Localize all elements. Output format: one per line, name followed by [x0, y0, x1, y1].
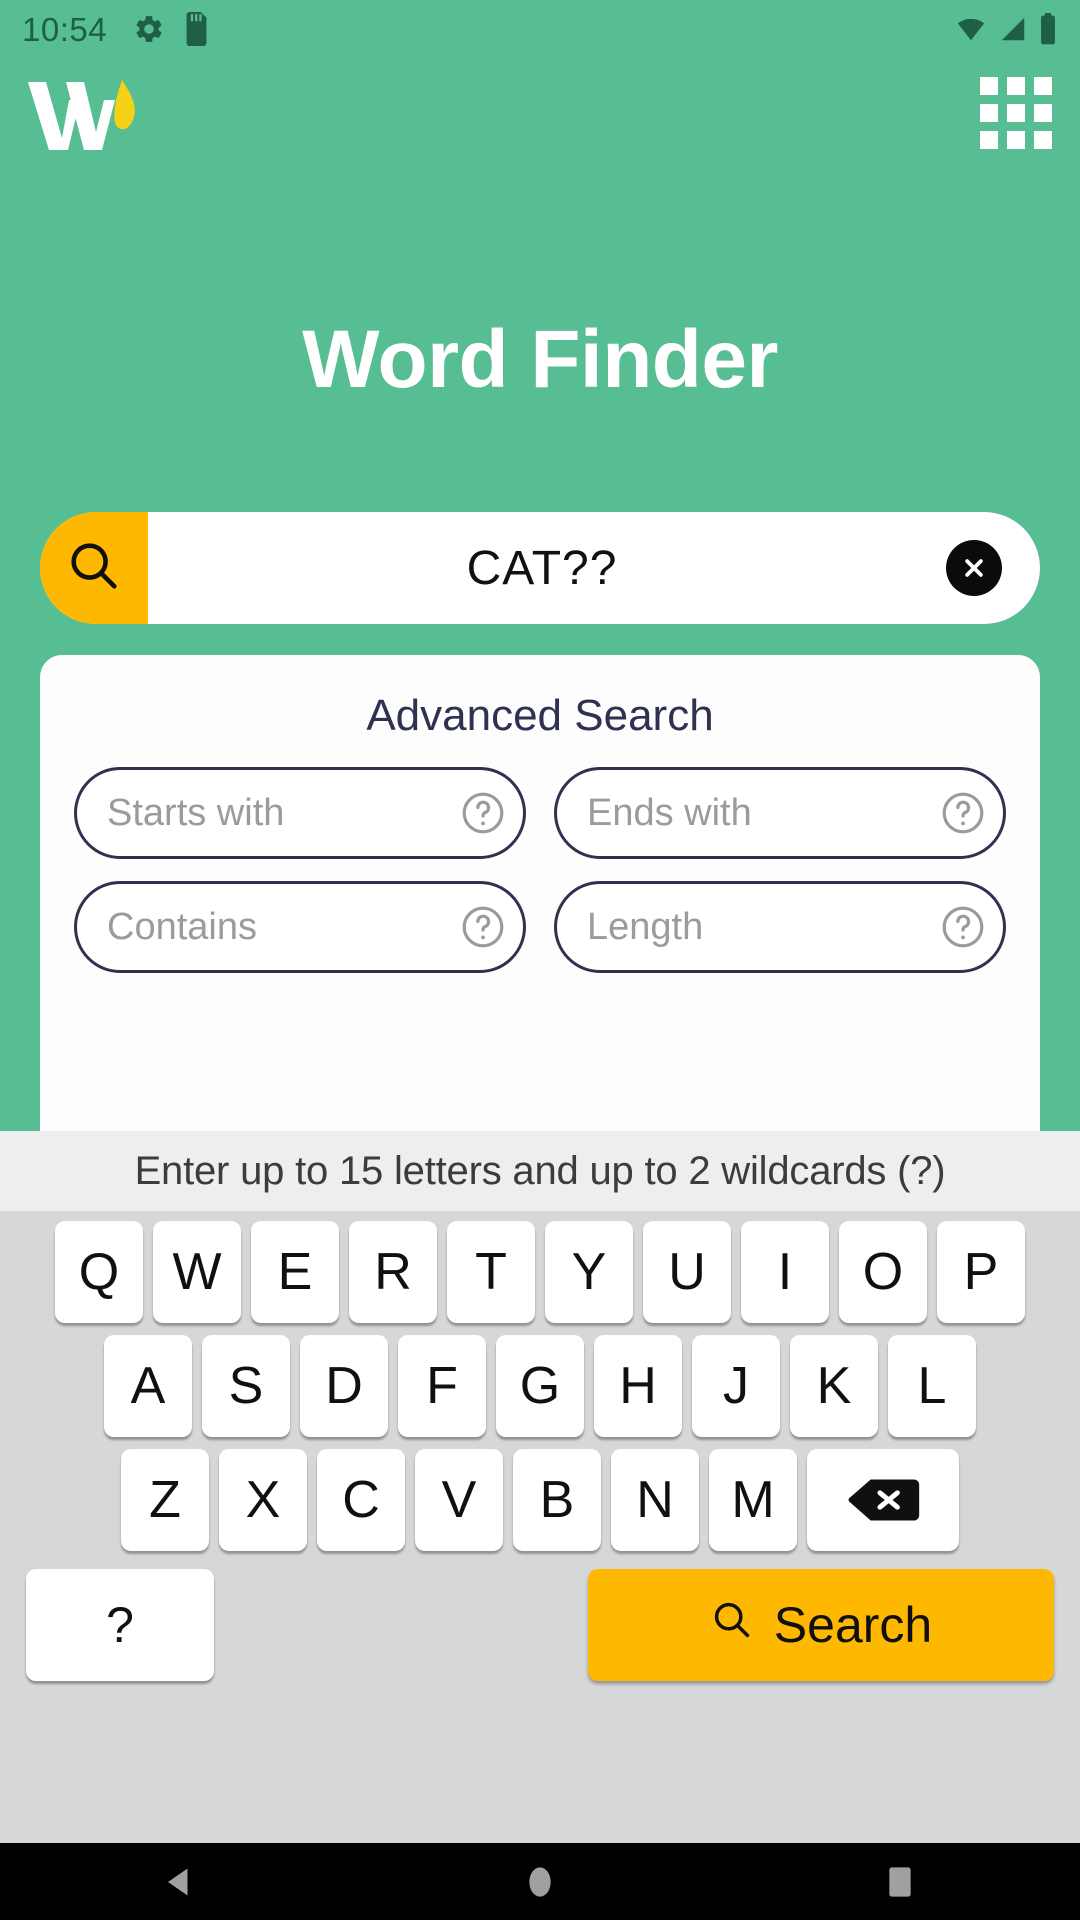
grid-cell — [980, 77, 998, 95]
search-bar: CAT?? — [40, 512, 1040, 624]
key-v[interactable]: V — [415, 1449, 503, 1551]
length-placeholder: Length — [587, 905, 704, 948]
key-s[interactable]: S — [202, 1335, 290, 1437]
key-m[interactable]: M — [709, 1449, 797, 1551]
key-n[interactable]: N — [611, 1449, 699, 1551]
search-icon — [65, 537, 123, 600]
android-navigation-bar — [0, 1843, 1080, 1920]
key-a[interactable]: A — [104, 1335, 192, 1437]
grid-cell — [1007, 77, 1025, 95]
keyboard-hint-bar: Enter up to 15 letters and up to 2 wildc… — [0, 1131, 1080, 1211]
grid-cell — [1007, 104, 1025, 122]
grid-cell — [1034, 131, 1052, 149]
search-icon-button[interactable] — [40, 512, 148, 624]
key-i[interactable]: I — [741, 1221, 829, 1323]
grid-cell — [1034, 77, 1052, 95]
battery-icon — [1038, 13, 1058, 45]
search-button-label: Search — [773, 1597, 933, 1653]
key-f[interactable]: F — [398, 1335, 486, 1437]
key-j[interactable]: J — [692, 1335, 780, 1437]
key-p[interactable]: P — [937, 1221, 1025, 1323]
app-header — [0, 58, 1080, 168]
advanced-field-row: Starts with Ends with — [74, 767, 1006, 859]
phone-screen: 10:54 Word Finder CAT?? Advanced Search … — [0, 0, 1080, 1920]
key-z[interactable]: Z — [121, 1449, 209, 1551]
key-k[interactable]: K — [790, 1335, 878, 1437]
page-title: Word Finder — [302, 314, 778, 405]
keyboard-rows: Q W E R T Y U I O P A S D F G H J K L Z … — [0, 1211, 1080, 1843]
recents-icon[interactable] — [840, 1852, 960, 1912]
ends-with-placeholder: Ends with — [587, 791, 752, 834]
sd-card-icon — [183, 12, 210, 46]
keyboard-row-3: Z X C V B N M — [8, 1449, 1072, 1551]
help-icon[interactable] — [939, 903, 987, 951]
app-content-area: 10:54 Word Finder CAT?? Advanced Search … — [0, 0, 1080, 1131]
on-screen-keyboard: Enter up to 15 letters and up to 2 wildc… — [0, 1131, 1080, 1843]
status-bar-right-icons — [954, 13, 1058, 45]
key-y[interactable]: Y — [545, 1221, 633, 1323]
backspace-key[interactable] — [807, 1449, 959, 1551]
key-q[interactable]: Q — [55, 1221, 143, 1323]
length-field[interactable]: Length — [554, 881, 1006, 973]
status-bar: 10:54 — [0, 0, 1080, 58]
key-b[interactable]: B — [513, 1449, 601, 1551]
clear-input-icon[interactable] — [946, 540, 1002, 596]
key-w[interactable]: W — [153, 1221, 241, 1323]
search-icon — [710, 1596, 754, 1654]
home-icon[interactable] — [480, 1852, 600, 1912]
key-r[interactable]: R — [349, 1221, 437, 1323]
gear-icon — [133, 13, 165, 45]
back-icon[interactable] — [120, 1852, 240, 1912]
key-o[interactable]: O — [839, 1221, 927, 1323]
contains-field[interactable]: Contains — [74, 881, 526, 973]
key-g[interactable]: G — [496, 1335, 584, 1437]
status-bar-left-icons — [133, 12, 210, 46]
advanced-field-row: Contains Length — [74, 881, 1006, 973]
wifi-icon — [954, 14, 988, 44]
key-l[interactable]: L — [888, 1335, 976, 1437]
word-finder-logo — [22, 70, 142, 156]
apps-grid-icon[interactable] — [980, 77, 1052, 149]
help-icon[interactable] — [459, 903, 507, 951]
grid-cell — [980, 131, 998, 149]
grid-cell — [1007, 131, 1025, 149]
help-icon[interactable] — [939, 789, 987, 837]
wildcard-key[interactable]: ? — [26, 1569, 214, 1681]
starts-with-placeholder: Starts with — [107, 791, 285, 834]
key-c[interactable]: C — [317, 1449, 405, 1551]
ends-with-field[interactable]: Ends with — [554, 767, 1006, 859]
key-h[interactable]: H — [594, 1335, 682, 1437]
search-input[interactable]: CAT?? — [148, 541, 946, 596]
cellular-signal-icon — [997, 14, 1029, 44]
search-button[interactable]: Search — [588, 1569, 1054, 1681]
key-e[interactable]: E — [251, 1221, 339, 1323]
starts-with-field[interactable]: Starts with — [74, 767, 526, 859]
advanced-search-card: Advanced Search Starts with Ends with Co… — [40, 655, 1040, 1131]
backspace-icon — [846, 1475, 920, 1525]
keyboard-row-2: A S D F G H J K L — [8, 1335, 1072, 1437]
keyboard-row-1: Q W E R T Y U I O P — [8, 1221, 1072, 1323]
help-icon[interactable] — [459, 789, 507, 837]
key-t[interactable]: T — [447, 1221, 535, 1323]
grid-cell — [1034, 104, 1052, 122]
key-d[interactable]: D — [300, 1335, 388, 1437]
key-u[interactable]: U — [643, 1221, 731, 1323]
keyboard-row-4: ? Search — [8, 1569, 1072, 1681]
grid-cell — [980, 104, 998, 122]
key-x[interactable]: X — [219, 1449, 307, 1551]
advanced-search-title: Advanced Search — [366, 691, 714, 740]
status-bar-clock: 10:54 — [22, 10, 108, 48]
contains-placeholder: Contains — [107, 905, 257, 948]
